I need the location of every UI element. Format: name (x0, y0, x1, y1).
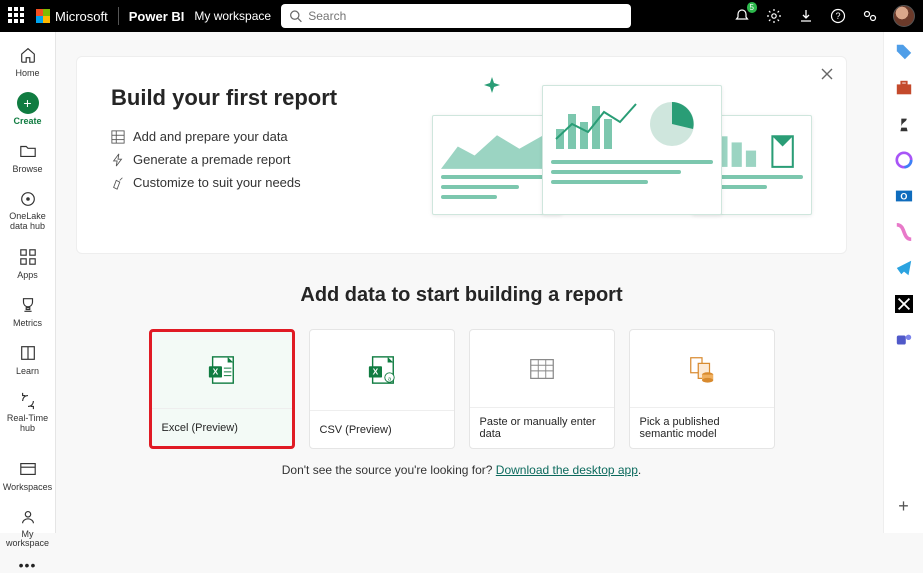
plus-icon: + (17, 92, 39, 114)
product-brand: Power BI (129, 9, 185, 24)
svg-text:O: O (900, 192, 907, 202)
divider (118, 7, 119, 25)
nav-realtime[interactable]: Real-Time hub (0, 384, 55, 440)
card-label: CSV (Preview) (320, 424, 392, 436)
table-icon (527, 354, 557, 384)
datahub-icon (17, 188, 39, 210)
card-label: Pick a published semantic model (640, 416, 764, 440)
svg-text:?: ? (835, 11, 840, 21)
footer-line: Don't see the source you're looking for?… (76, 463, 847, 477)
download-desktop-link[interactable]: Download the desktop app (496, 463, 638, 477)
sparkle-icon (482, 77, 502, 97)
left-nav: Home + Create Browse OneLake data hub Ap… (0, 32, 56, 533)
search-box[interactable] (281, 4, 631, 28)
search-icon (289, 9, 302, 23)
trophy-icon (17, 294, 39, 316)
card-excel[interactable]: X Excel (Preview) (149, 329, 295, 449)
nav-workspaces[interactable]: Workspaces (0, 452, 55, 498)
folder-icon (17, 140, 39, 162)
bullet-customize: Customize to suit your needs (111, 175, 337, 190)
main-content: Build your first report Add and prepare … (56, 32, 883, 533)
hero-card: Build your first report Add and prepare … (76, 56, 847, 254)
card-paste[interactable]: Paste or manually enter data (469, 329, 615, 449)
data-source-cards: X Excel (Preview) Xa CSV (Preview) Paste… (76, 329, 847, 449)
top-icon-group: 5 ? (733, 5, 915, 27)
right-rail: O + (883, 32, 923, 533)
grid-icon (111, 130, 125, 144)
my-workspace-icon (17, 506, 39, 528)
section-title: Add data to start building a report (76, 284, 847, 307)
settings-icon[interactable] (765, 7, 783, 25)
nav-more-button[interactable]: ••• (19, 557, 37, 573)
close-icon[interactable] (820, 67, 834, 81)
teams-icon[interactable] (894, 330, 914, 350)
nav-my-workspace[interactable]: My workspace (0, 500, 55, 556)
workspace-breadcrumb[interactable]: My workspace (194, 9, 271, 23)
tag-icon[interactable] (894, 42, 914, 62)
bullet-generate: Generate a premade report (111, 152, 337, 167)
notifications-icon[interactable]: 5 (733, 7, 751, 25)
nav-learn[interactable]: Learn (0, 336, 55, 382)
nav-browse[interactable]: Browse (0, 134, 55, 180)
bullet-add-data: Add and prepare your data (111, 129, 337, 144)
help-icon[interactable]: ? (829, 7, 847, 25)
home-icon (17, 44, 39, 66)
card-label: Paste or manually enter data (480, 416, 604, 440)
nav-onelake[interactable]: OneLake data hub (0, 182, 55, 238)
book-icon (17, 342, 39, 364)
microsoft-logo: Microsoft (36, 9, 108, 24)
nav-home[interactable]: Home (0, 38, 55, 84)
microsoft-label: Microsoft (55, 9, 108, 24)
chess-icon[interactable] (894, 114, 914, 134)
app-launcher-icon[interactable] (8, 7, 26, 25)
apps-icon (17, 246, 39, 268)
model-icon (687, 354, 717, 384)
card-label: Excel (Preview) (162, 422, 238, 434)
search-input[interactable] (308, 9, 623, 23)
workspaces-icon (17, 458, 39, 480)
add-app-button[interactable]: + (898, 496, 909, 517)
hero-bullets: Add and prepare your data Generate a pre… (111, 129, 337, 190)
telegram-icon[interactable] (894, 258, 914, 278)
nav-metrics[interactable]: Metrics (0, 288, 55, 334)
hero-illustration (432, 85, 812, 225)
card-semantic-model[interactable]: Pick a published semantic model (629, 329, 775, 449)
download-icon[interactable] (797, 7, 815, 25)
realtime-icon (17, 390, 39, 412)
hero-title: Build your first report (111, 85, 337, 111)
nav-apps[interactable]: Apps (0, 240, 55, 286)
x-icon[interactable] (894, 294, 914, 314)
account-avatar[interactable] (893, 5, 915, 27)
svg-text:X: X (372, 367, 378, 377)
feedback-icon[interactable] (861, 7, 879, 25)
briefcase-icon[interactable] (894, 78, 914, 98)
card-csv[interactable]: Xa CSV (Preview) (309, 329, 455, 449)
lightning-icon (111, 153, 125, 167)
nav-create[interactable]: + Create (0, 86, 55, 132)
copilot-icon[interactable] (894, 150, 914, 170)
outlook-icon[interactable]: O (894, 186, 914, 206)
excel-icon: X (207, 355, 237, 385)
notification-badge: 5 (747, 2, 757, 13)
top-bar: Microsoft Power BI My workspace 5 ? (0, 0, 923, 32)
flow-icon[interactable] (894, 222, 914, 242)
brush-icon (111, 176, 125, 190)
illustration-panel-center (542, 85, 722, 215)
svg-text:X: X (212, 367, 218, 377)
csv-icon: Xa (367, 355, 397, 385)
hero-text: Build your first report Add and prepare … (111, 85, 337, 225)
